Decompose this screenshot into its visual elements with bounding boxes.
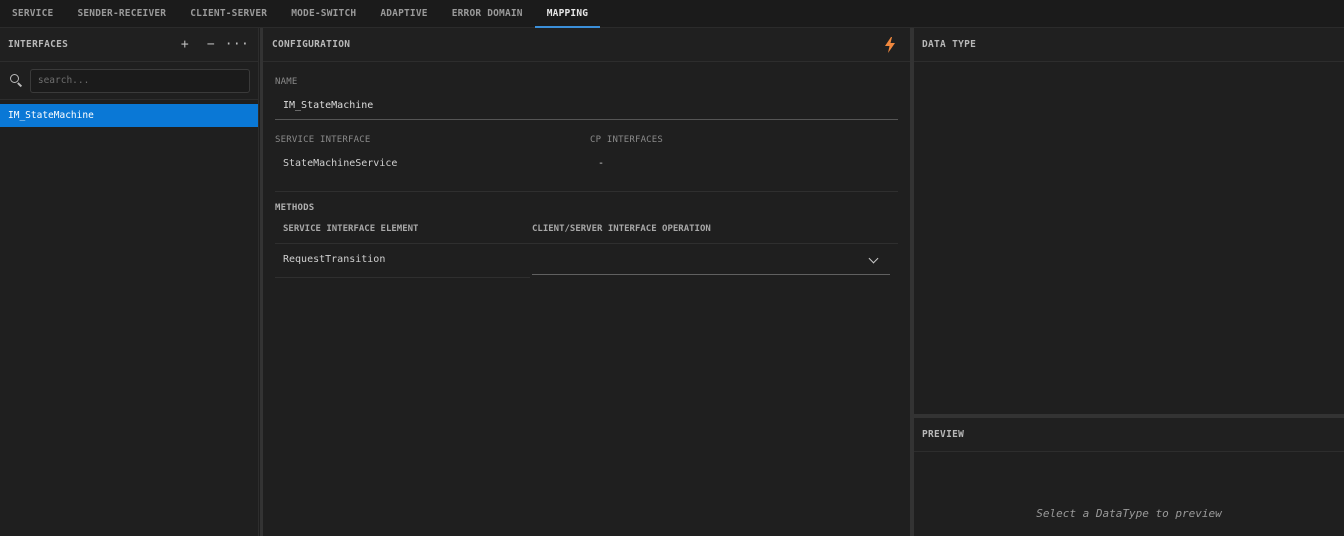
preview-title: PREVIEW: [922, 429, 965, 440]
row-divider: [275, 277, 530, 278]
cp-interfaces-value: -: [598, 158, 605, 169]
configuration-header: CONFIGURATION: [263, 28, 910, 62]
search-row: [0, 62, 258, 100]
search-input[interactable]: [29, 68, 250, 93]
name-field[interactable]: IM_StateMachine: [275, 92, 898, 120]
data-type-title: DATA TYPE: [922, 39, 977, 50]
lightning-icon[interactable]: [884, 37, 896, 53]
tab-mode-switch[interactable]: MODE-SWITCH: [279, 0, 368, 27]
methods-label: METHODS: [275, 203, 315, 213]
service-interface-value: StateMachineService: [283, 158, 398, 169]
interface-list-item[interactable]: IM_StateMachine: [0, 104, 258, 127]
preview-empty-message: Select a DataType to preview: [1036, 507, 1222, 520]
tab-service[interactable]: SERVICE: [0, 0, 65, 27]
interfaces-title: INTERFACES: [8, 39, 69, 50]
tab-error-domain[interactable]: ERROR DOMAIN: [440, 0, 535, 27]
preview-header: PREVIEW: [914, 418, 1344, 452]
column-header-service-element: SERVICE INTERFACE ELEMENT: [283, 224, 419, 234]
data-type-header: DATA TYPE: [914, 28, 1344, 62]
search-icon: [8, 72, 26, 90]
tab-client-server[interactable]: CLIENT-SERVER: [178, 0, 279, 27]
tab-adaptive[interactable]: ADAPTIVE: [368, 0, 439, 27]
configuration-body: NAME IM_StateMachine SERVICE INTERFACE C…: [263, 62, 910, 536]
tab-mapping[interactable]: MAPPING: [534, 0, 601, 28]
service-interface-label: SERVICE INTERFACE: [275, 135, 371, 145]
more-options-button[interactable]: ···: [224, 37, 250, 52]
chevron-down-icon: [868, 253, 879, 264]
tab-sender-receiver[interactable]: SENDER-RECEIVER: [65, 0, 178, 27]
method-element-cell: RequestTransition: [283, 254, 386, 265]
row-divider: [275, 243, 898, 244]
interfaces-header: INTERFACES + − ···: [0, 28, 258, 62]
data-type-panel: DATA TYPE: [914, 28, 1344, 414]
tab-bar: SERVICE SENDER-RECEIVER CLIENT-SERVER MO…: [0, 0, 1344, 28]
column-header-cs-operation: CLIENT/SERVER INTERFACE OPERATION: [532, 224, 711, 234]
configuration-title: CONFIGURATION: [272, 39, 351, 50]
interfaces-panel: INTERFACES + − ··· IM_StateMachine: [0, 28, 259, 536]
configuration-panel: CONFIGURATION NAME IM_StateMachine SERVI…: [263, 28, 910, 536]
operation-select[interactable]: [532, 246, 890, 275]
section-divider: [275, 191, 898, 192]
add-interface-button[interactable]: +: [172, 37, 198, 52]
name-label: NAME: [275, 77, 298, 87]
interfaces-actions: + − ···: [172, 37, 250, 52]
right-panel: DATA TYPE PREVIEW Select a DataType to p…: [914, 28, 1344, 536]
cp-interfaces-label: CP INTERFACES: [590, 135, 664, 145]
remove-interface-button[interactable]: −: [198, 37, 224, 52]
